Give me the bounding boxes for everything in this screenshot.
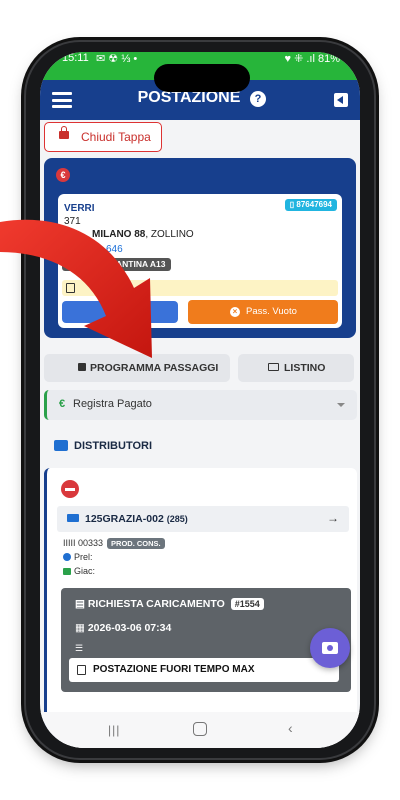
annotation-arrow xyxy=(0,219,152,358)
customer-id: 87647694 xyxy=(296,200,332,209)
customer-id-badge[interactable]: ▯ 87647694 xyxy=(284,199,337,211)
distributor-card: 125GRAZIA-002 (285) → IIIII 00333 PROD. C… xyxy=(44,468,357,748)
tab-pricelist-label: LISTINO xyxy=(284,362,326,374)
request-date-line: ▦ 2026-03-06 07:34 xyxy=(75,622,171,634)
distributor-name: 125GRAZIA-002 (285) xyxy=(85,513,188,525)
request-number: #1554 xyxy=(230,598,264,610)
phone-power-button xyxy=(375,250,379,320)
annotation-arrow-shape xyxy=(0,219,152,358)
section-title: DISTRIBUTORI xyxy=(74,440,153,452)
empty-pass-button[interactable]: × Pass. Vuoto xyxy=(188,300,338,324)
help-icon[interactable]: ? xyxy=(250,91,266,107)
barcode: IIIII 00333 xyxy=(63,538,104,548)
clipboard-icon: ▤ xyxy=(75,598,88,610)
giac-line: Giac: xyxy=(63,566,95,576)
request-title: RICHIESTA CARICAMENTO xyxy=(87,598,225,610)
arrow-right-icon: → xyxy=(327,511,339,525)
close-stage-button[interactable]: Chiudi Tappa xyxy=(44,122,162,152)
prod-cons-badge: PROD. CONS. xyxy=(107,538,165,549)
no-entry-icon xyxy=(61,480,79,498)
status-time: 15:11 xyxy=(62,52,89,64)
system-nav-bar: ||| ‹ xyxy=(40,712,360,748)
back-icon[interactable]: ‹ xyxy=(288,720,293,736)
empty-pass-label: Pass. Vuoto xyxy=(246,306,297,317)
recent-apps-icon[interactable]: ||| xyxy=(108,723,120,737)
prel-label: Prel: xyxy=(74,552,93,562)
euro-icon: € xyxy=(59,398,66,410)
load-request-title: ▤ RICHIESTA CARICAMENTO #1554 xyxy=(75,598,264,610)
home-icon[interactable] xyxy=(193,722,207,736)
request-datetime: 2026-03-06 07:34 xyxy=(87,622,172,634)
briefcase-icon xyxy=(63,568,71,575)
alert-box: POSTAZIONE FUORI TEMPO MAX xyxy=(69,658,339,682)
register-payment-label: Registra Pagato xyxy=(73,398,152,410)
checklist-icon: ☰ xyxy=(75,643,84,653)
server-icon xyxy=(54,440,68,451)
load-request-panel[interactable]: ▤ RICHIESTA CARICAMENTO #1554 ▦ 2026-03-0… xyxy=(61,588,351,692)
distributor-code: 125GRAZIA-002 xyxy=(85,513,164,525)
close-stage-label: Chiudi Tappa xyxy=(81,130,151,144)
laptop-icon xyxy=(67,514,79,522)
tab-pricelist[interactable]: LISTINO xyxy=(238,354,354,382)
distributor-barcode-line: IIIII 00333 PROD. CONS. xyxy=(63,538,165,549)
list-icon xyxy=(268,363,279,371)
phone-action-button xyxy=(21,180,25,208)
clock-icon xyxy=(63,553,71,561)
camera-button[interactable] xyxy=(310,628,350,668)
chevron-down-icon xyxy=(337,403,345,407)
distributor-count: (285) xyxy=(166,514,188,524)
euro-icon: € xyxy=(56,168,70,182)
alert-text: POSTAZIONE FUORI TEMPO MAX xyxy=(93,664,255,675)
camera-icon xyxy=(322,642,338,654)
register-payment-dropdown[interactable]: € Registra Pagato xyxy=(44,390,357,420)
close-circle-icon: × xyxy=(230,307,240,317)
phone-screen: 15:11 ✉ ☢ ⅓ • ♥ ⁜ .ıl 81% PE TO POSTAZIO… xyxy=(40,52,360,748)
customer-name: VERRI xyxy=(64,203,95,214)
calendar-icon: ▦ xyxy=(75,622,88,634)
prel-line: Prel: xyxy=(63,552,93,562)
lock-icon xyxy=(59,126,69,139)
back-arrow-icon[interactable] xyxy=(334,93,348,107)
dynamic-island xyxy=(154,64,250,92)
giac-label: Giac: xyxy=(74,566,96,576)
note-icon xyxy=(77,665,86,675)
distributor-row[interactable]: 125GRAZIA-002 (285) → xyxy=(57,506,349,532)
